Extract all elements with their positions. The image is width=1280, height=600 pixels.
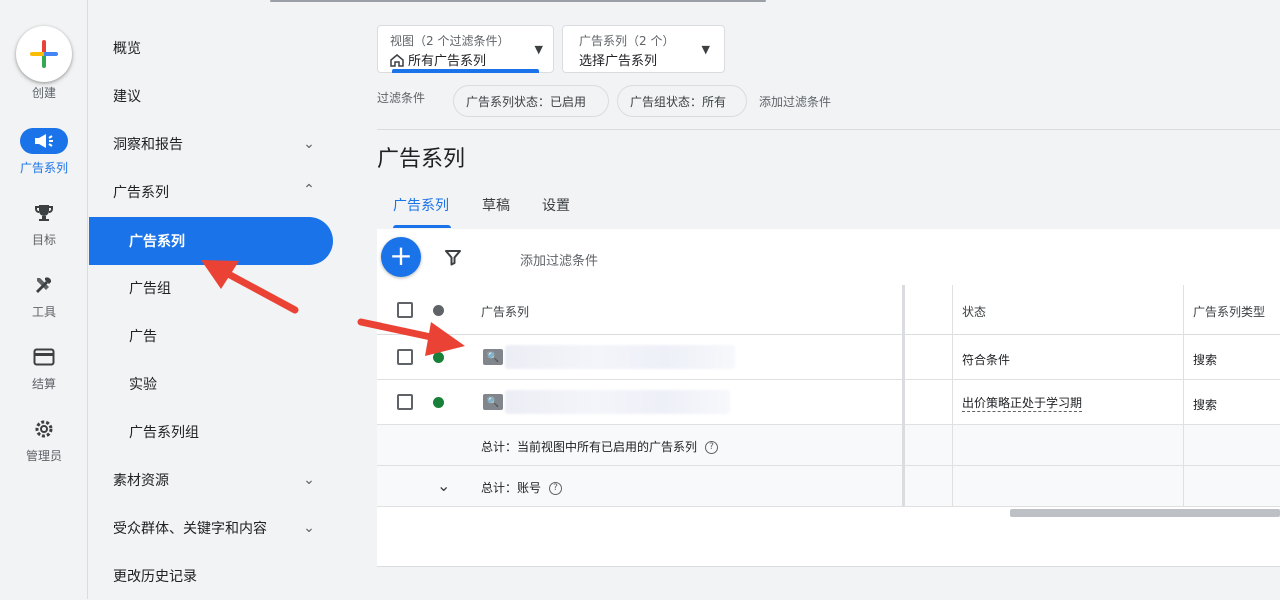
header-status[interactable]: 状态 bbox=[962, 303, 986, 320]
nav-insights-reports[interactable]: 洞察和报告 ⌄ bbox=[89, 120, 333, 168]
search-campaign-icon: 🔍 bbox=[483, 349, 503, 365]
campaign-name-redacted[interactable] bbox=[505, 345, 735, 369]
view-picker-value: 所有广告系列 bbox=[390, 50, 486, 71]
add-filter-link[interactable]: 添加过滤条件 bbox=[759, 93, 831, 110]
row-checkbox[interactable] bbox=[397, 394, 413, 410]
chevron-down-icon: ⌄ bbox=[303, 472, 315, 488]
horizontal-scrollbar[interactable] bbox=[1010, 509, 1280, 517]
add-campaign-button[interactable]: + bbox=[381, 237, 421, 277]
plus-icon: + bbox=[389, 239, 413, 272]
status-dot-header bbox=[433, 305, 444, 316]
trophy-icon[interactable] bbox=[24, 200, 64, 226]
create-label: 创建 bbox=[31, 86, 56, 100]
frozen-column-divider[interactable] bbox=[902, 285, 905, 507]
nav-recommendations[interactable]: 建议 bbox=[89, 72, 333, 120]
gear-icon[interactable] bbox=[24, 416, 64, 442]
page-title: 广告系列 bbox=[377, 147, 466, 172]
rail-item-billing[interactable]: 结算 bbox=[0, 375, 88, 392]
campaign-table-card: + 添加过滤条件 广告系列 状态 广告系列类型 🔍 符合条件 搜索 🔍 出价策略… bbox=[377, 229, 1280, 567]
caret-down-icon: ▼ bbox=[534, 43, 543, 56]
left-rail: 创建 广告系列 目标 工具 结算 管理员 bbox=[0, 0, 88, 599]
filter-chip-adgroup-status[interactable]: 广告组状态：所有 bbox=[617, 85, 747, 117]
plus-icon-bar bbox=[30, 52, 58, 56]
rail-item-tools[interactable]: 工具 bbox=[0, 303, 88, 320]
nav-audiences-label: 受众群体、关键字和内容 bbox=[113, 521, 267, 537]
chevron-down-icon: ⌄ bbox=[303, 520, 315, 536]
header-campaign[interactable]: 广告系列 bbox=[481, 303, 529, 320]
tab-campaigns[interactable]: 广告系列 bbox=[393, 195, 449, 215]
tab-settings[interactable]: 设置 bbox=[542, 195, 570, 215]
select-all-checkbox[interactable] bbox=[397, 302, 413, 318]
rail-item-campaigns[interactable]: 广告系列 bbox=[0, 159, 88, 176]
chevron-down-icon[interactable]: ⌄ bbox=[437, 476, 450, 495]
view-picker-label: 所有广告系列 bbox=[408, 54, 487, 69]
campaign-picker-caption: 广告系列（2 个） bbox=[579, 34, 675, 48]
header-campaign-type[interactable]: 广告系列类型 bbox=[1193, 303, 1265, 320]
nav-audiences[interactable]: 受众群体、关键字和内容 ⌄ bbox=[89, 504, 333, 552]
row-type: 搜索 bbox=[1193, 353, 1218, 367]
filter-icon[interactable] bbox=[443, 247, 463, 267]
chevron-down-icon: ⌄ bbox=[303, 136, 315, 152]
filters-label: 过滤条件 bbox=[377, 91, 426, 105]
tab-indicator bbox=[393, 225, 451, 228]
nav-ads[interactable]: 广告 bbox=[89, 312, 333, 360]
status-dot-enabled bbox=[433, 352, 444, 363]
nav-campaigns-group-label: 广告系列 bbox=[113, 185, 169, 201]
nav-insights-label: 洞察和报告 bbox=[113, 137, 183, 153]
search-campaign-icon: 🔍 bbox=[483, 394, 503, 410]
chevron-up-icon: ⌃ bbox=[303, 182, 315, 198]
rail-item-admin[interactable]: 管理员 bbox=[0, 447, 88, 464]
tab-drafts[interactable]: 草稿 bbox=[482, 195, 510, 215]
nav-overview[interactable]: 概览 bbox=[89, 24, 333, 72]
nav-assets[interactable]: 素材资源 ⌄ bbox=[89, 456, 333, 504]
nav-campaigns-group[interactable]: 广告系列 ⌃ bbox=[89, 168, 333, 216]
campaign-picker-value: 选择广告系列 bbox=[579, 54, 658, 69]
total-view-text: 总计：当前视图中所有已启用的广告系列 bbox=[481, 440, 698, 454]
nav-campaigns[interactable]: 广告系列 bbox=[89, 217, 333, 265]
rail-item-goals[interactable]: 目标 bbox=[0, 231, 88, 248]
campaign-name-redacted[interactable] bbox=[505, 390, 730, 414]
help-icon[interactable]: ? bbox=[705, 441, 719, 454]
total-row-account: ⌄ 总计：账号? bbox=[377, 466, 1280, 507]
nav-experiments[interactable]: 实验 bbox=[89, 360, 333, 408]
megaphone-icon[interactable] bbox=[20, 128, 68, 154]
divider bbox=[377, 129, 1280, 130]
view-picker-caption: 视图（2 个过滤条件） bbox=[390, 34, 510, 48]
total-view-label: 总计：当前视图中所有已启用的广告系列? bbox=[481, 438, 719, 455]
column-divider bbox=[952, 285, 953, 507]
help-icon[interactable]: ? bbox=[549, 482, 563, 495]
caret-down-icon: ▼ bbox=[701, 43, 710, 56]
row-status[interactable]: 出价策略正处于学习期 bbox=[962, 394, 1083, 412]
credit-card-icon[interactable] bbox=[24, 344, 64, 370]
view-picker-underline bbox=[392, 69, 539, 73]
main-content: 视图（2 个过滤条件） 所有广告系列 ▼ 广告系列（2 个） 选择广告系列 ▼ … bbox=[377, 0, 1280, 599]
row-status: 符合条件 bbox=[962, 353, 1011, 367]
filter-chip-campaign-status[interactable]: 广告系列状态：已启用 bbox=[453, 85, 609, 117]
view-picker[interactable]: 视图（2 个过滤条件） 所有广告系列 ▼ bbox=[377, 25, 554, 73]
total-account-label: 总计：账号? bbox=[481, 479, 563, 496]
nav-change-history[interactable]: 更改历史记录 bbox=[89, 552, 333, 600]
row-type: 搜索 bbox=[1193, 398, 1218, 412]
table-header-row: 广告系列 状态 广告系列类型 bbox=[377, 285, 1280, 335]
side-nav: 概览 建议 洞察和报告 ⌄ 广告系列 ⌃ 广告系列 广告组 广告 实验 广告系列… bbox=[89, 0, 349, 599]
table-row[interactable]: 🔍 符合条件 搜索 bbox=[377, 335, 1280, 380]
add-filter-button[interactable]: 添加过滤条件 bbox=[520, 250, 598, 269]
tools-icon[interactable] bbox=[24, 272, 64, 298]
nav-ad-groups[interactable]: 广告组 bbox=[89, 264, 333, 312]
total-row-view: 总计：当前视图中所有已启用的广告系列? bbox=[377, 425, 1280, 466]
total-account-text: 总计：账号 bbox=[481, 481, 542, 495]
status-dot-enabled bbox=[433, 397, 444, 408]
campaign-picker[interactable]: 广告系列（2 个） 选择广告系列 ▼ bbox=[562, 25, 725, 73]
column-divider bbox=[1183, 285, 1184, 507]
table-row[interactable]: 🔍 出价策略正处于学习期 搜索 bbox=[377, 380, 1280, 425]
nav-campaign-groups[interactable]: 广告系列组 bbox=[89, 408, 333, 456]
nav-assets-label: 素材资源 bbox=[113, 473, 169, 489]
row-checkbox[interactable] bbox=[397, 349, 413, 365]
create-button[interactable] bbox=[16, 26, 72, 82]
